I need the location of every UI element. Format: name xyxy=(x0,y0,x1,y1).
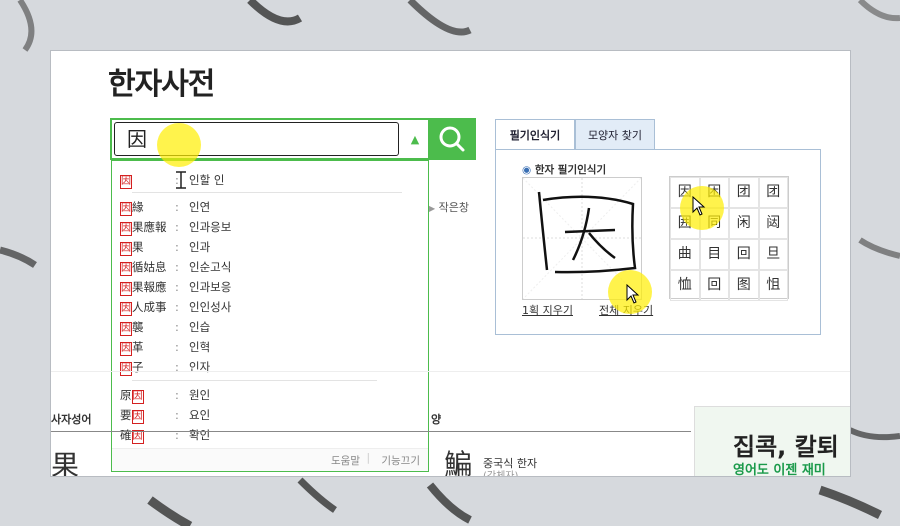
suggestion-reading: 인습 xyxy=(189,320,211,334)
chinese-sublabel: (간체자) xyxy=(483,471,519,477)
suggestion-word: 因果 xyxy=(120,240,144,256)
suggestion-item[interactable]: 因革: 인혁 xyxy=(120,338,210,356)
search-icon xyxy=(439,126,465,152)
ad-subtitle: 영어도 이젠 재미 xyxy=(733,463,826,477)
suggestion-word: 因革 xyxy=(120,340,144,356)
suggestion-word: 因人成事 xyxy=(120,300,167,316)
suggestion-item[interactable]: 因果: 인과 xyxy=(120,238,210,256)
candidate-char[interactable]: 图 xyxy=(729,270,759,301)
suggestion-reading: 인인성사 xyxy=(189,300,232,314)
suggestion-reading: 인혁 xyxy=(189,340,211,354)
suggestion-reading: 인순고식 xyxy=(189,260,232,274)
circle-arrow-icon: ◉ xyxy=(522,164,532,176)
search-button[interactable] xyxy=(428,118,476,160)
suggestion-word: 因果報應 xyxy=(120,280,167,296)
candidate-char[interactable]: 回 xyxy=(699,270,729,301)
handwriting-label: ◉ 한자 필기인식기 xyxy=(522,164,607,176)
suggestion-word: 因緣 xyxy=(120,200,144,216)
click-highlight xyxy=(157,123,201,167)
suggestion-reading: 인과 xyxy=(189,240,211,254)
clear-stroke-button[interactable]: 1획 지우기 xyxy=(522,302,573,318)
candidate-char[interactable]: 怚 xyxy=(758,270,788,301)
suggestion-word: 因循姑息 xyxy=(120,260,167,276)
page-title: 한자사전 xyxy=(108,67,215,102)
section-label: 사자성어 xyxy=(51,413,92,426)
suggestion-reading: 인연 xyxy=(189,200,211,214)
candidate-char[interactable]: 闲 xyxy=(729,208,759,239)
suggestion-word: 因襲 xyxy=(120,320,144,336)
small-window-link[interactable]: ▶ 작은창 xyxy=(429,199,469,215)
suggestion-item[interactable]: 因果報應: 인과보응 xyxy=(120,278,231,296)
suggestion-item[interactable]: 因襲: 인습 xyxy=(120,318,210,336)
candidate-char[interactable]: 团 xyxy=(758,177,788,208)
handwriting-recognizer: 필기인식기 모양자 찾기 ◉ 한자 필기인식기 因困团团囲同闲闼曲目回旦恤回图怚… xyxy=(495,119,821,335)
suggestion-item[interactable]: 因循姑息: 인순고식 xyxy=(120,258,231,276)
hanja-display-2: 鯿 xyxy=(444,448,473,477)
suggestion-item[interactable]: 因人成事: 인인성사 xyxy=(120,298,231,316)
ad-title: 집콕, 칼퇴 xyxy=(733,433,839,461)
suggestion-word: 因果應報 xyxy=(120,220,167,236)
suggestion-item[interactable]: 因緣: 인연 xyxy=(120,198,210,216)
mouse-cursor-icon xyxy=(692,196,706,216)
suggestion-reading: 인할 인 xyxy=(189,173,225,187)
arrow-icon: ▶ xyxy=(429,204,436,213)
ad-banner[interactable]: 집콕, 칼퇴 영어도 이젠 재미 xyxy=(694,406,850,477)
dictionary-window: 한자사전 因 ▲ ▶ 작은창 因: 인할 인 因緣: 인연 因果應報: 인과응보 因果: 인과… xyxy=(50,50,851,477)
candidate-char[interactable]: 曲 xyxy=(670,239,700,270)
candidate-char[interactable]: 目 xyxy=(699,239,729,270)
candidate-char[interactable]: 旦 xyxy=(758,239,788,270)
hanja-display: 果 xyxy=(51,449,80,477)
divider xyxy=(51,371,850,372)
background-content: 사자성어 양 果 鯿 중국식 한자 (간체자) 집콕, 칼퇴 영어도 이젠 재미 xyxy=(51,371,850,476)
candidate-char[interactable]: 闼 xyxy=(758,208,788,239)
tab-handwriting[interactable]: 필기인식기 xyxy=(495,119,575,150)
divider xyxy=(51,431,691,432)
tab-shape-search[interactable]: 모양자 찾기 xyxy=(575,119,655,150)
candidate-char[interactable]: 团 xyxy=(729,177,759,208)
divider xyxy=(132,192,402,193)
suggestion-item[interactable]: 因果應報: 인과응보 xyxy=(120,218,231,236)
candidate-char[interactable]: 恤 xyxy=(670,270,700,301)
suggestion-reading: 인과보응 xyxy=(189,280,232,294)
text-cursor-icon xyxy=(171,170,191,190)
candidate-char[interactable]: 回 xyxy=(729,239,759,270)
mouse-cursor-icon xyxy=(626,284,640,304)
section-label-2: 양 xyxy=(431,413,442,426)
dropdown-toggle-button[interactable]: ▲ xyxy=(402,126,428,154)
suggestion-word: 因 xyxy=(120,175,132,189)
suggestion-reading: 인과응보 xyxy=(189,220,232,234)
